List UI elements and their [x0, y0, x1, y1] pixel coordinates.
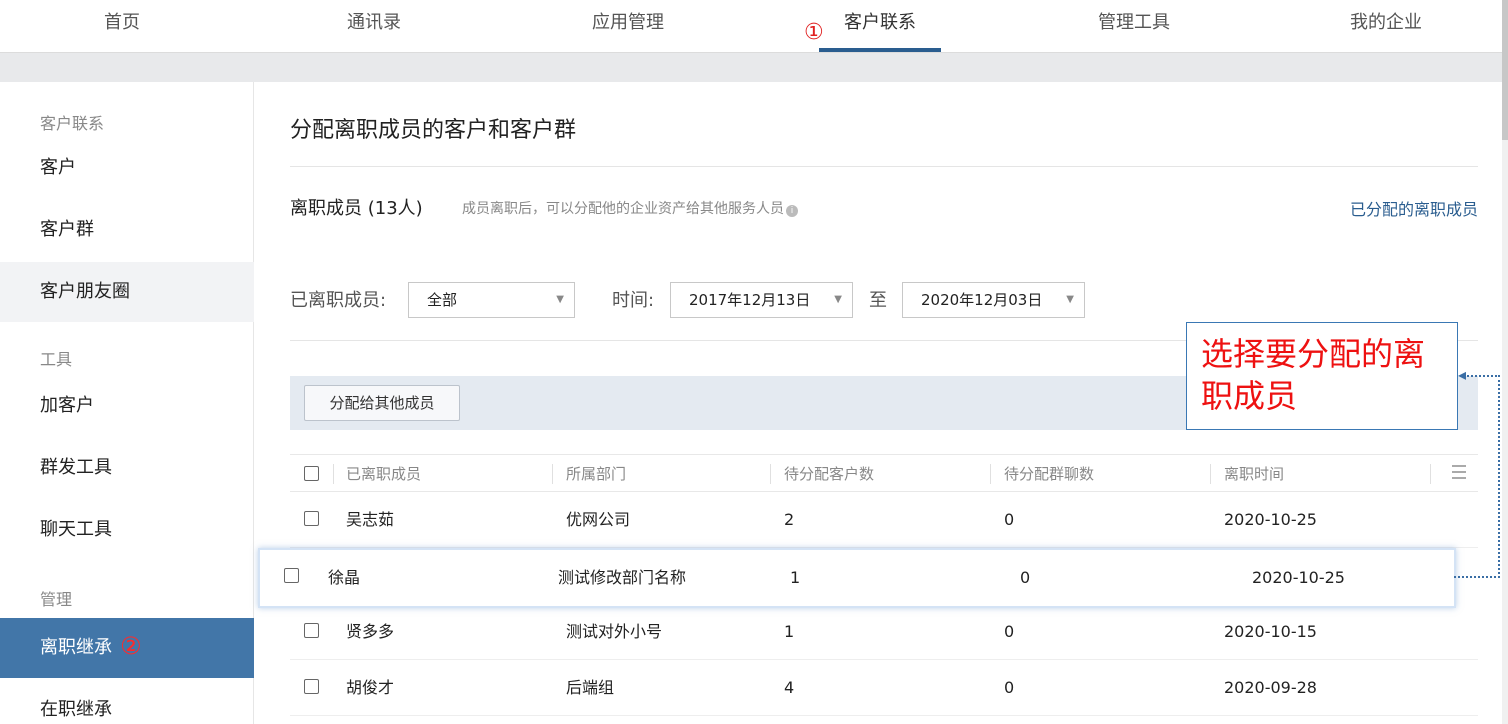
- chevron-down-icon: ▼: [834, 294, 842, 305]
- nav-contacts[interactable]: 通讯录: [314, 0, 434, 52]
- cell-groups: 0: [1004, 622, 1015, 641]
- cell-member: 胡俊才: [346, 678, 395, 697]
- row-checkbox[interactable]: [284, 568, 299, 583]
- column-separator: [990, 464, 991, 484]
- column-separator: [1210, 464, 1211, 484]
- cell-resign-date: 2020-09-28: [1224, 678, 1317, 697]
- column-header-resign-date[interactable]: 离职时间: [1224, 455, 1284, 493]
- info-icon[interactable]: i: [786, 205, 798, 217]
- column-header-member[interactable]: 已离职成员: [346, 455, 421, 493]
- sidebar-item-add-customer[interactable]: 加客户: [0, 376, 254, 436]
- sidebar-item-customer-group[interactable]: 客户群: [0, 200, 254, 260]
- title-divider: [290, 166, 1478, 167]
- sidebar-item-resigned-inherit[interactable]: 离职继承 ②: [0, 618, 254, 678]
- cell-customers: 1: [790, 568, 801, 587]
- header-divider-bar: [0, 52, 1508, 82]
- sidebar-group-contact: 客户联系: [40, 114, 105, 133]
- row-checkbox[interactable]: [304, 623, 319, 638]
- column-separator: [552, 464, 553, 484]
- row-checkbox[interactable]: [304, 679, 319, 694]
- table-row[interactable]: 贤多多 测试对外小号 1 0 2020-10-15: [290, 604, 1478, 660]
- cell-member: 徐晶: [328, 568, 361, 587]
- assign-to-others-button[interactable]: 分配给其他成员: [304, 385, 460, 421]
- cell-member: 吴志茹: [346, 510, 395, 529]
- cell-department: 测试对外小号: [566, 622, 663, 641]
- cell-customers: 2: [784, 510, 795, 529]
- resigned-hint-text: 成员离职后，可以分配他的企业资产给其他服务人员: [462, 201, 784, 217]
- sidebar: 客户联系 客户 客户群 客户朋友圈 工具 加客户 群发工具 聊天工具 管理 离职…: [0, 82, 254, 724]
- column-separator: [770, 464, 771, 484]
- nav-management-tools[interactable]: 管理工具: [1074, 0, 1194, 52]
- cell-customers: 4: [784, 678, 795, 697]
- column-header-groups[interactable]: 待分配群聊数: [1004, 455, 1094, 493]
- table-header: 已离职成员 所属部门 待分配客户数 待分配群聊数 离职时间: [290, 454, 1478, 492]
- table-row[interactable]: 吴志茹 优网公司 2 0 2020-10-25: [290, 492, 1478, 548]
- cell-groups: 0: [1004, 678, 1015, 697]
- annotation-callout: 选择要分配的离职成员: [1186, 322, 1458, 430]
- date-range-separator: 至: [869, 290, 887, 311]
- column-settings-icon[interactable]: [1452, 465, 1466, 479]
- page-title: 分配离职成员的客户和客户群: [290, 118, 577, 143]
- time-filter-label: 时间:: [612, 290, 655, 311]
- column-separator: [1430, 464, 1431, 484]
- chevron-down-icon: ▼: [556, 294, 564, 305]
- resigned-hint: 成员离职后，可以分配他的企业资产给其他服务人员 i: [462, 198, 798, 218]
- highlighted-table-row[interactable]: 徐晶 测试修改部门名称 1 0 2020-10-25: [258, 548, 1456, 608]
- date-from-value: 2017年12月13日: [689, 291, 811, 309]
- sidebar-item-customer[interactable]: 客户: [0, 138, 254, 198]
- table-row[interactable]: 胡俊才 后端组 4 0 2020-09-28: [290, 660, 1478, 716]
- cell-resign-date: 2020-10-25: [1224, 510, 1317, 529]
- nav-customer-contact[interactable]: 客户联系: [820, 0, 940, 52]
- annotation-connector: [1498, 375, 1500, 578]
- assigned-members-link[interactable]: 已分配的离职成员: [1350, 196, 1478, 220]
- member-filter-label: 已离职成员:: [290, 290, 387, 311]
- column-separator: [333, 464, 334, 484]
- date-to-value: 2020年12月03日: [921, 291, 1043, 309]
- row-checkbox[interactable]: [304, 511, 319, 526]
- nav-home[interactable]: 首页: [62, 0, 182, 52]
- annotation-connector: [1454, 576, 1500, 578]
- date-to-select[interactable]: 2020年12月03日 ▼: [902, 282, 1085, 318]
- cell-groups: 0: [1020, 568, 1031, 587]
- sidebar-group-tools: 工具: [40, 350, 73, 369]
- cell-department: 后端组: [566, 678, 615, 697]
- sidebar-item-resigned-inherit-label: 离职继承: [40, 637, 112, 658]
- nav-my-enterprise[interactable]: 我的企业: [1326, 0, 1446, 52]
- chevron-down-icon: ▼: [1066, 294, 1074, 305]
- date-from-select[interactable]: 2017年12月13日 ▼: [670, 282, 853, 318]
- sidebar-item-moments[interactable]: 客户朋友圈: [0, 262, 254, 322]
- cell-customers: 1: [784, 622, 795, 641]
- cell-resign-date: 2020-10-15: [1224, 622, 1317, 641]
- member-filter-select[interactable]: 全部 ▼: [408, 282, 575, 318]
- member-filter-value: 全部: [427, 291, 458, 309]
- select-all-checkbox[interactable]: [304, 466, 319, 481]
- page-scrollbar[interactable]: [1502, 0, 1508, 724]
- cell-groups: 0: [1004, 510, 1015, 529]
- sidebar-group-manage: 管理: [40, 590, 73, 609]
- scrollbar-thumb[interactable]: [1502, 0, 1508, 140]
- sidebar-item-chat-tools[interactable]: 聊天工具: [0, 500, 254, 560]
- arrow-left-icon: ◂: [1458, 365, 1467, 384]
- cell-member: 贤多多: [346, 622, 395, 641]
- cell-resign-date: 2020-10-25: [1252, 568, 1345, 587]
- column-header-department[interactable]: 所属部门: [566, 455, 626, 493]
- sidebar-item-broadcast[interactable]: 群发工具: [0, 438, 254, 498]
- column-header-customers[interactable]: 待分配客户数: [784, 455, 874, 493]
- top-navigation: 首页 通讯录 应用管理 ① 客户联系 管理工具 我的企业: [0, 0, 1508, 52]
- cell-department: 测试修改部门名称: [558, 568, 687, 587]
- resigned-count: 离职成员 (13人): [290, 198, 423, 219]
- sidebar-item-active-inherit[interactable]: 在职继承: [0, 680, 254, 724]
- cell-department: 优网公司: [566, 510, 631, 529]
- nav-app-management[interactable]: 应用管理: [568, 0, 688, 52]
- main-content: 分配离职成员的客户和客户群 离职成员 (13人) 成员离职后，可以分配他的企业资…: [254, 82, 1508, 724]
- step-marker-2: ②: [120, 632, 142, 660]
